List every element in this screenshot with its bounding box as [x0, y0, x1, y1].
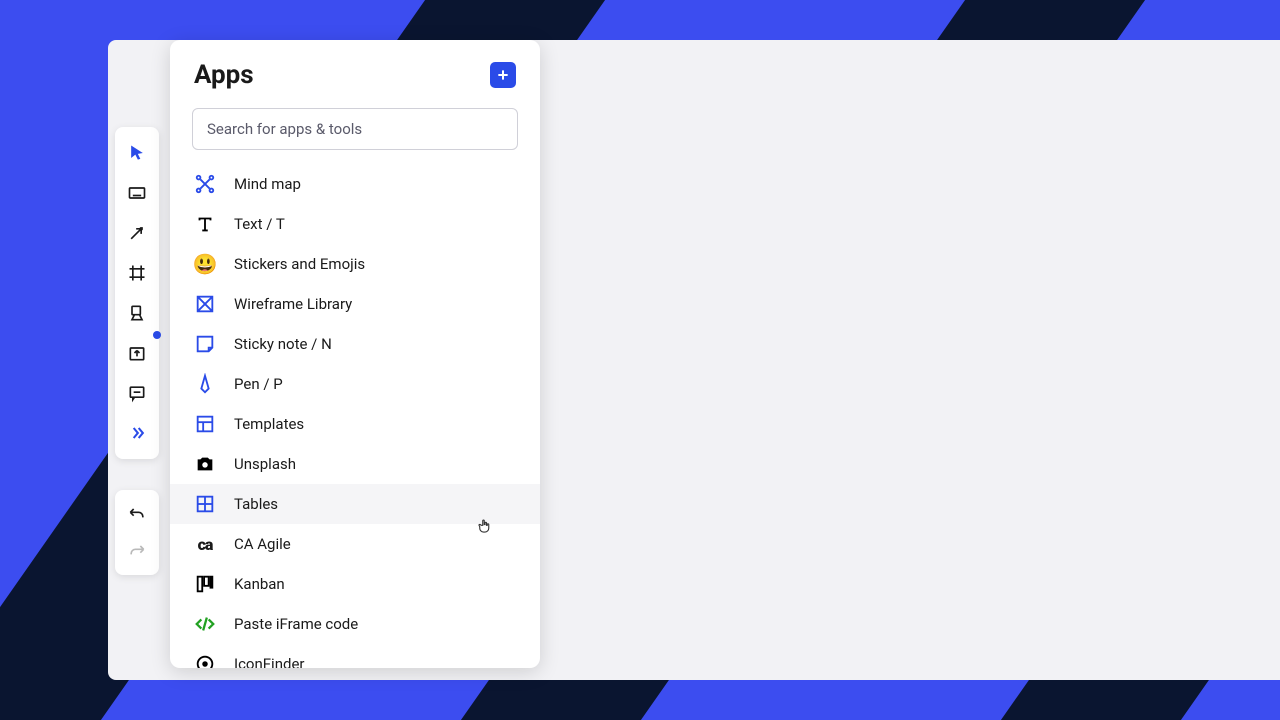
- card-icon: [127, 183, 147, 203]
- add-app-button[interactable]: [490, 62, 516, 88]
- redo-icon: [127, 541, 147, 561]
- app-label: Wireframe Library: [234, 295, 352, 313]
- ca-agile-icon: ca: [194, 533, 216, 555]
- templates-icon: [194, 413, 216, 435]
- app-label: Tables: [234, 495, 278, 513]
- app-label: Mind map: [234, 175, 301, 193]
- notification-badge: [153, 331, 161, 339]
- app-item-unsplash[interactable]: Unsplash: [170, 444, 540, 484]
- apps-panel-title: Apps: [194, 60, 254, 90]
- comment-tool[interactable]: [115, 373, 159, 413]
- undo-button[interactable]: [115, 496, 159, 533]
- left-toolbar: [115, 127, 159, 459]
- kanban-icon: [194, 573, 216, 595]
- frame-tool[interactable]: [115, 253, 159, 293]
- apps-panel-header: Apps: [170, 40, 540, 102]
- app-item-iframe[interactable]: Paste iFrame code: [170, 604, 540, 644]
- app-item-wireframe[interactable]: Wireframe Library: [170, 284, 540, 324]
- app-item-templates[interactable]: Templates: [170, 404, 540, 444]
- apps-panel: Apps Mind map Text / T 😃 Stickers and Em…: [170, 40, 540, 668]
- app-item-pen[interactable]: Pen / P: [170, 364, 540, 404]
- search-container: [170, 102, 540, 156]
- chevron-right-icon: [127, 423, 147, 443]
- app-item-tables[interactable]: Tables: [170, 484, 540, 524]
- code-icon: [194, 613, 216, 635]
- more-tools[interactable]: [115, 413, 159, 453]
- stamp-tool[interactable]: [115, 293, 159, 333]
- camera-icon: [194, 453, 216, 475]
- redo-button[interactable]: [115, 533, 159, 570]
- app-item-text[interactable]: Text / T: [170, 204, 540, 244]
- mind-map-icon: [194, 173, 216, 195]
- app-label: Sticky note / N: [234, 335, 332, 353]
- card-tool[interactable]: [115, 173, 159, 213]
- app-label: Stickers and Emojis: [234, 255, 365, 273]
- upload-icon: [127, 343, 147, 363]
- apps-list: Mind map Text / T 😃 Stickers and Emojis …: [170, 156, 540, 668]
- frame-icon: [127, 263, 147, 283]
- app-label: Text / T: [234, 215, 285, 233]
- pen-icon: [194, 373, 216, 395]
- app-label: CA Agile: [234, 535, 291, 553]
- undo-icon: [127, 504, 147, 524]
- app-item-mind-map[interactable]: Mind map: [170, 164, 540, 204]
- comment-icon: [127, 383, 147, 403]
- history-toolbar: [115, 490, 159, 575]
- cursor-icon: [127, 143, 147, 163]
- app-label: Templates: [234, 415, 304, 433]
- table-icon: [194, 493, 216, 515]
- text-icon: [194, 213, 216, 235]
- upload-tool[interactable]: [115, 333, 159, 373]
- app-label: IconFinder: [234, 655, 305, 668]
- select-tool[interactable]: [115, 133, 159, 173]
- iconfinder-icon: [194, 653, 216, 668]
- app-item-sticky-note[interactable]: Sticky note / N: [170, 324, 540, 364]
- app-item-kanban[interactable]: Kanban: [170, 564, 540, 604]
- app-label: Paste iFrame code: [234, 615, 358, 633]
- app-item-ca-agile[interactable]: ca CA Agile: [170, 524, 540, 564]
- arrow-tool[interactable]: [115, 213, 159, 253]
- search-input[interactable]: [192, 108, 518, 150]
- app-item-stickers[interactable]: 😃 Stickers and Emojis: [170, 244, 540, 284]
- arrow-icon: [127, 223, 147, 243]
- plus-icon: [495, 67, 511, 83]
- app-label: Pen / P: [234, 375, 283, 393]
- emoji-icon: 😃: [194, 253, 216, 275]
- app-item-iconfinder[interactable]: IconFinder: [170, 644, 540, 668]
- stamp-icon: [127, 303, 147, 323]
- wireframe-icon: [194, 293, 216, 315]
- app-label: Kanban: [234, 575, 285, 593]
- sticky-note-icon: [194, 333, 216, 355]
- app-label: Unsplash: [234, 455, 296, 473]
